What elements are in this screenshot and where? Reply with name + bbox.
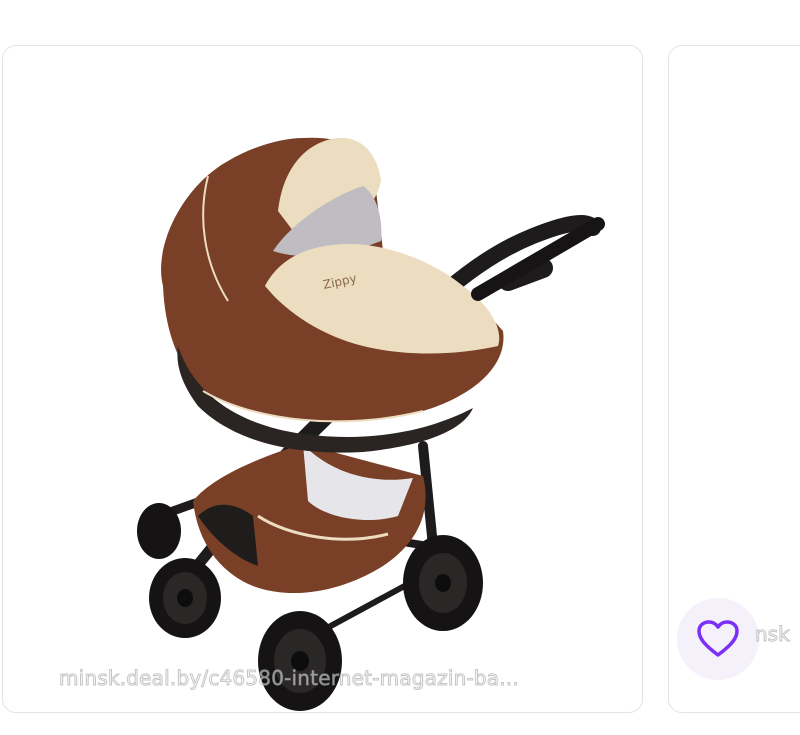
wheel-front-left [149, 558, 221, 638]
heart-outline-icon [697, 620, 739, 657]
wheel-front-right [137, 503, 181, 559]
image-watermark: minsk.deal.by/c46580-internet-magazin-ba… [59, 666, 520, 691]
favorite-button[interactable] [677, 598, 759, 680]
wheel-rear-left [258, 611, 342, 711]
product-card-next[interactable]: nsk [668, 45, 800, 713]
product-card[interactable]: Zippy minsk.deal.by/c46580-internet-maga… [2, 45, 643, 713]
image-watermark: nsk [755, 622, 791, 647]
product-image[interactable]: Zippy [3, 46, 642, 712]
stroller-illustration: Zippy [137, 137, 605, 711]
wheel-rear-right [403, 535, 483, 631]
